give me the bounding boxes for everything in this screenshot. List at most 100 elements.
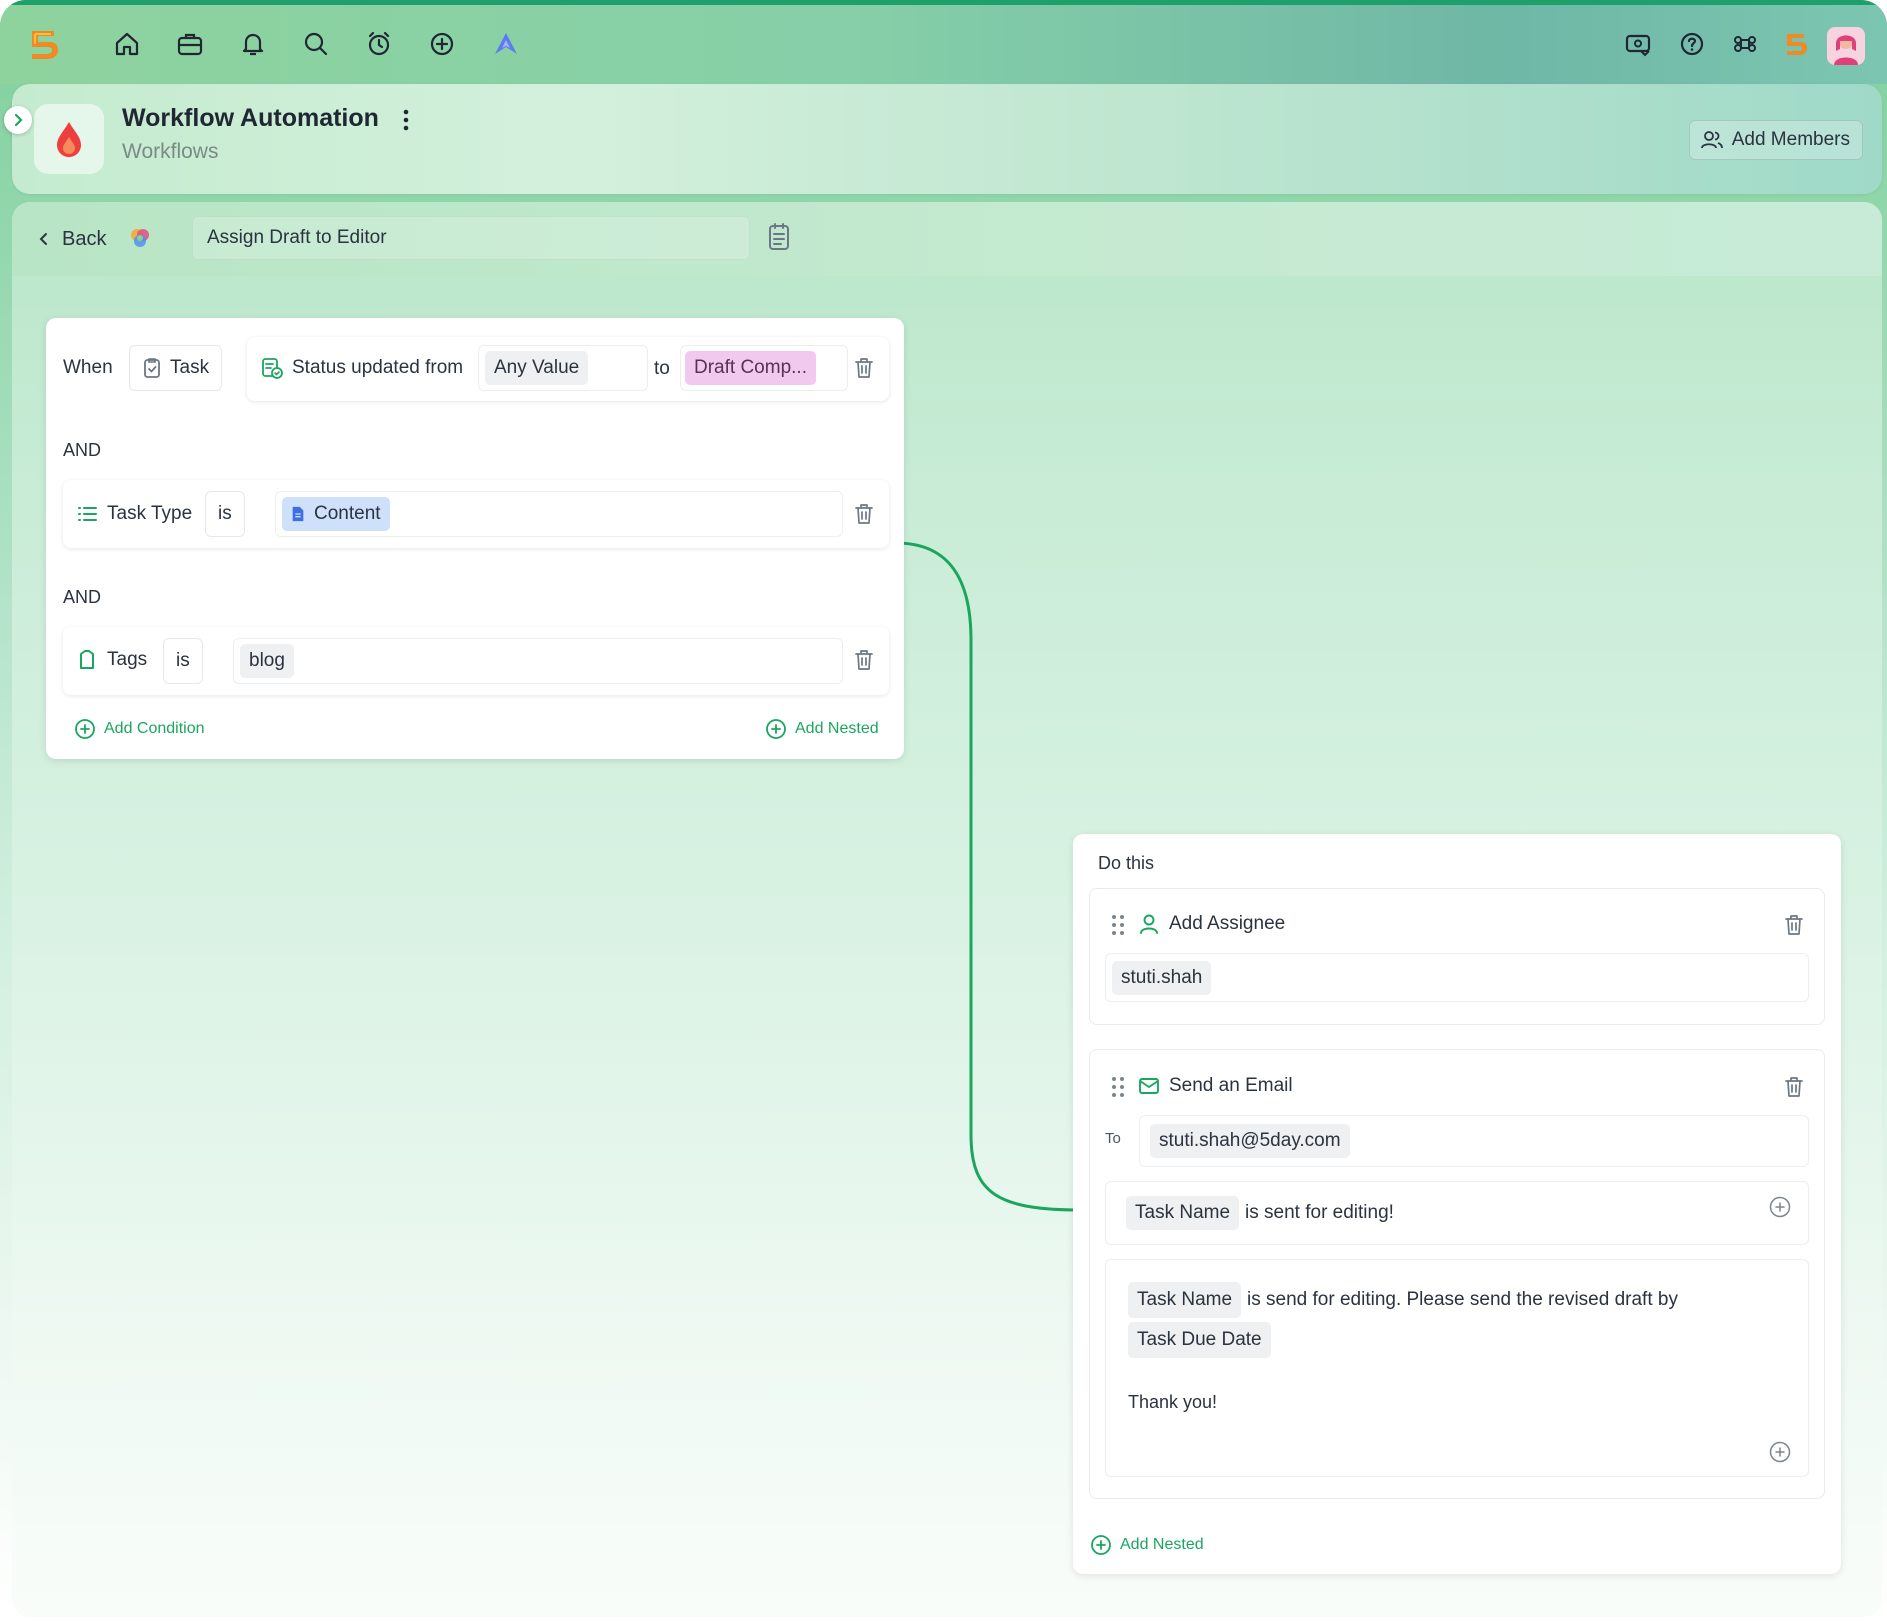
plus-circle-icon[interactable] — [425, 27, 459, 61]
home-icon[interactable] — [110, 27, 144, 61]
email-body-line-2: Task Due Date — [1128, 1322, 1271, 1358]
add-assignee-title: Add Assignee — [1137, 912, 1285, 936]
users-icon — [1700, 131, 1723, 149]
subject-text: is sent for editing! — [1245, 1202, 1394, 1223]
and-label-2: AND — [63, 587, 102, 607]
trigger-entity-select[interactable]: Task — [129, 345, 223, 391]
to-value-chip: Draft Comp... — [685, 351, 816, 385]
add-nested-label: Add Nested — [795, 720, 879, 737]
project-icon — [34, 104, 104, 174]
workflow-name-input[interactable] — [192, 216, 750, 260]
content-chip: Content — [282, 497, 390, 531]
insert-field-icon[interactable] — [1769, 1441, 1791, 1468]
do-this-label: Do this — [1098, 853, 1155, 873]
user-icon — [1140, 914, 1158, 934]
email-to-field[interactable]: stuti.shah@5day.com — [1139, 1115, 1809, 1167]
add-nested-action-button[interactable]: Add Nested — [1090, 1534, 1204, 1556]
to-label: to — [654, 358, 670, 379]
condition-operator-label: is — [218, 503, 232, 524]
plus-circle-icon — [75, 719, 95, 739]
delete-trigger-icon[interactable] — [853, 356, 875, 380]
status-check-icon — [262, 358, 283, 379]
subject-token-chip: Task Name — [1126, 1196, 1240, 1230]
insert-field-icon[interactable] — [1769, 1196, 1791, 1223]
condition-operator[interactable]: is — [205, 491, 245, 537]
assignee-field[interactable]: stuti.shah — [1105, 953, 1809, 1002]
email-to-label: To — [1105, 1130, 1121, 1147]
search-icon[interactable] — [299, 27, 333, 61]
add-assignee-label: Add Assignee — [1169, 913, 1286, 934]
condition-field-label: Task Type — [107, 503, 193, 524]
delete-condition-icon[interactable] — [853, 502, 875, 526]
send-email-label: Send an Email — [1169, 1075, 1293, 1096]
bell-icon[interactable] — [236, 27, 270, 61]
drag-handle-icon[interactable] — [1111, 914, 1125, 941]
add-condition-button[interactable]: Add Condition — [74, 718, 205, 740]
when-label: When — [63, 357, 113, 378]
trigger-entity-label: Task — [170, 357, 210, 378]
to-value-select[interactable]: Draft Comp... — [680, 345, 848, 391]
add-condition-label: Add Condition — [104, 720, 205, 737]
send-email-title: Send an Email — [1137, 1074, 1293, 1098]
body-text-1: is send for editing. Please send the rev… — [1247, 1289, 1678, 1310]
delete-condition-icon[interactable] — [853, 648, 875, 672]
drag-handle-icon[interactable] — [1111, 1076, 1125, 1103]
more-options-icon[interactable] — [396, 106, 416, 134]
condition-value-field[interactable]: Content — [275, 491, 843, 537]
email-body-line-1: Task Name is send for editing. Please se… — [1128, 1282, 1678, 1318]
condition-field[interactable]: Tags — [75, 648, 147, 672]
content-chip-label: Content — [314, 503, 381, 524]
notes-icon[interactable] — [766, 222, 792, 252]
body-token-chip: Task Name — [1128, 1282, 1242, 1318]
delete-action-icon[interactable] — [1783, 1075, 1805, 1099]
page-subtitle: Workflows — [122, 140, 219, 163]
workflow-logo-icon — [128, 226, 152, 250]
list-icon — [78, 507, 97, 521]
body-closing-text: Thank you! — [1128, 1392, 1218, 1412]
condition-field-label: Tags — [107, 649, 148, 670]
alarm-clock-icon[interactable] — [362, 27, 396, 61]
help-icon[interactable] — [1675, 27, 1709, 61]
user-avatar[interactable] — [1827, 27, 1865, 65]
project-header — [12, 84, 1882, 194]
email-subject-field[interactable]: Task Name is sent for editing! — [1105, 1181, 1809, 1245]
condition-field[interactable]: Task Type — [75, 502, 192, 526]
trigger-event-label: Status updated from — [292, 357, 464, 378]
page-title: Workflow Automation — [122, 104, 379, 132]
back-label: Back — [62, 227, 107, 250]
document-icon — [292, 506, 304, 522]
add-nested-action-label: Add Nested — [1120, 1536, 1204, 1553]
condition-value-field[interactable]: blog — [233, 638, 843, 684]
sidebar-expand-button[interactable] — [4, 106, 32, 134]
back-button[interactable]: Back — [36, 224, 106, 254]
app-frame: Workflow Automation Workflows Add Member… — [0, 0, 1887, 1622]
brand-logo-icon[interactable] — [1779, 27, 1813, 61]
top-navigation-bar — [0, 0, 1887, 84]
condition-operator[interactable]: is — [163, 638, 203, 684]
condition-operator-label: is — [176, 650, 190, 671]
delete-action-icon[interactable] — [1783, 913, 1805, 937]
plus-circle-icon — [766, 719, 786, 739]
billing-icon[interactable] — [1621, 27, 1655, 61]
tag-chip: blog — [240, 644, 294, 678]
add-members-button[interactable]: Add Members — [1688, 120, 1863, 160]
clipboard-check-icon — [144, 358, 160, 378]
mail-icon — [1139, 1078, 1159, 1094]
flame-drop-icon — [57, 122, 81, 157]
tag-icon — [80, 650, 94, 669]
trigger-event[interactable]: Status updated from — [260, 356, 463, 380]
plus-circle-icon — [1091, 1535, 1111, 1555]
and-label-1: AND — [63, 440, 102, 460]
briefcase-icon[interactable] — [173, 27, 207, 61]
email-recipient-chip: stuti.shah@5day.com — [1150, 1124, 1350, 1158]
app-logo-icon[interactable] — [26, 27, 62, 63]
from-value-select[interactable]: Any Value — [478, 345, 648, 391]
chevron-right-icon — [14, 113, 23, 127]
ai-assistant-icon[interactable] — [489, 27, 523, 61]
add-nested-button[interactable]: Add Nested — [765, 718, 879, 740]
command-icon[interactable] — [1728, 27, 1762, 61]
add-members-label: Add Members — [1731, 129, 1850, 150]
from-value-chip: Any Value — [485, 351, 589, 385]
body-due-date-chip: Task Due Date — [1128, 1322, 1271, 1358]
assignee-chip: stuti.shah — [1112, 960, 1212, 995]
